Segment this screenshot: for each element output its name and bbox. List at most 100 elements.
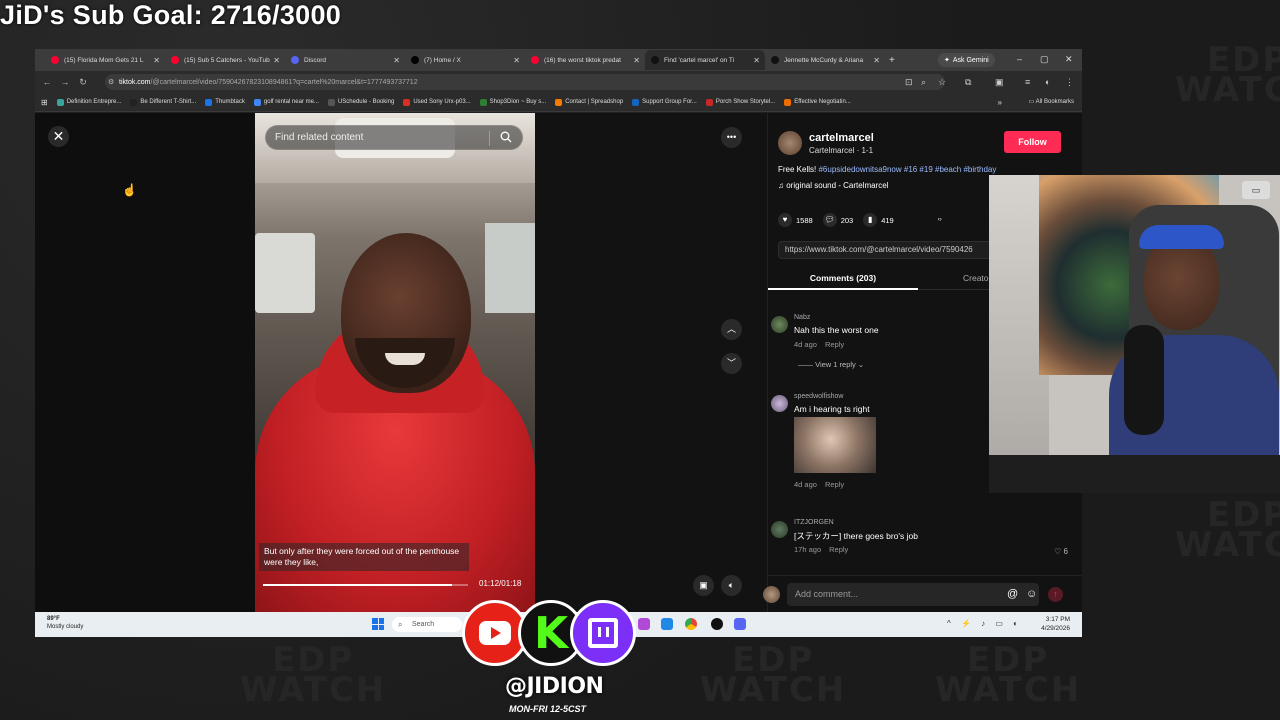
- chevron-up-icon[interactable]: ︿: [721, 319, 742, 340]
- comment-meta: 17h ago Reply: [794, 545, 856, 554]
- taskbar-search[interactable]: ⌕ Search: [392, 617, 462, 632]
- emoji-icon[interactable]: ☺: [1026, 588, 1037, 600]
- commenter-avatar[interactable]: [771, 521, 788, 538]
- stream-overlay: EDPWATCH EDPWATCH EDPWATCH EDPWATCH EDPW…: [0, 0, 1280, 720]
- bookmark-item[interactable]: Definition Entrepre...: [56, 98, 121, 106]
- find-related-search[interactable]: Find related content: [265, 125, 523, 150]
- author-name[interactable]: cartelmarcel: [809, 132, 874, 144]
- tab-creator-videos[interactable]: Creato: [963, 268, 989, 288]
- bookmark-item[interactable]: Thumbtack: [205, 98, 245, 106]
- commenter-avatar[interactable]: [771, 316, 788, 333]
- comment-like[interactable]: ♡ 6: [1054, 547, 1068, 556]
- extensions-icon[interactable]: ⧉: [965, 77, 971, 88]
- youtube-icon: [171, 56, 179, 64]
- webcam-microphone: [1124, 325, 1164, 435]
- minimize-button[interactable]: –: [1017, 54, 1022, 64]
- bookmark-item[interactable]: Be Different T-Shirt...: [130, 98, 196, 106]
- browser-tab[interactable]: Jennette McCurdy & Ariana ✕: [765, 50, 885, 70]
- follow-button[interactable]: Follow: [1004, 131, 1061, 153]
- embed-icon[interactable]: ‹›: [938, 217, 942, 223]
- reload-icon[interactable]: ↻: [74, 77, 92, 88]
- post-comment-button[interactable]: ↑: [1048, 587, 1063, 602]
- bookmark-favicon-icon: [632, 98, 640, 106]
- browser-tab[interactable]: (15) Sub 5 Catchers - YouTub ✕: [165, 50, 285, 70]
- new-tab-button[interactable]: +: [889, 55, 895, 66]
- menu-dots-icon[interactable]: ⋮: [1065, 77, 1074, 88]
- bookmark-item[interactable]: Support Group For...: [632, 98, 697, 106]
- bookmark-item[interactable]: Porch Show Storytel...: [705, 98, 775, 106]
- like-stat[interactable]: ♥ 1588: [778, 213, 813, 227]
- search-icon[interactable]: [500, 131, 512, 143]
- close-tab-icon[interactable]: ✕: [633, 56, 640, 65]
- taskbar-app-icon[interactable]: [711, 618, 723, 630]
- view-replies-button[interactable]: —— View 1 reply ⌄: [798, 360, 864, 369]
- taskbar-app-icon[interactable]: [661, 618, 673, 630]
- weather-widget[interactable]: 89°F Mostly cloudy: [47, 615, 83, 631]
- close-tab-icon[interactable]: ✕: [393, 56, 400, 65]
- comment-image[interactable]: [794, 417, 876, 473]
- back-arrow-icon[interactable]: ←: [38, 77, 56, 87]
- close-tab-icon[interactable]: ✕: [153, 56, 160, 65]
- forward-arrow-icon[interactable]: →: [56, 77, 74, 87]
- browser-tab[interactable]: (16) the worst tiktok predat ✕: [525, 50, 645, 70]
- browser-tab[interactable]: (7) Home / X ✕: [405, 50, 525, 70]
- discord-icon[interactable]: [734, 618, 746, 630]
- chevron-down-icon[interactable]: ﹀: [721, 353, 742, 374]
- windows-start-icon[interactable]: [372, 618, 384, 630]
- tab-comments[interactable]: Comments (203): [768, 268, 918, 290]
- bookmark-item[interactable]: Effective Negotiatin...: [784, 98, 851, 106]
- browser-tab[interactable]: Find 'cartel marcel' on Ti ✕: [645, 50, 765, 70]
- close-window-button[interactable]: ✕: [1065, 54, 1073, 65]
- commenter-name[interactable]: Nabz: [794, 314, 810, 321]
- reply-button[interactable]: Reply: [829, 545, 848, 554]
- save-stat[interactable]: ▮ 419: [863, 213, 894, 227]
- address-bar[interactable]: ⚙ tiktok.com/@cartelmarcel/video/7590426…: [105, 74, 945, 90]
- commenter-name[interactable]: speedwolfishow: [794, 393, 843, 400]
- zoom-icon[interactable]: ⌕: [921, 77, 926, 88]
- tab-search-icon[interactable]: ▣: [995, 77, 1004, 88]
- commenter-avatar[interactable]: [771, 395, 788, 412]
- chrome-icon[interactable]: [685, 618, 697, 630]
- bookmark-item[interactable]: golf rental near me...: [253, 98, 319, 106]
- bookmark-item[interactable]: Used Sony Urx-p03...: [403, 98, 471, 106]
- browser-window: (15) Florida Mom Gets 21 L ✕ (15) Sub 5 Ca…: [35, 49, 1082, 612]
- clock[interactable]: 3:17 PM 4/29/2026: [1041, 615, 1070, 633]
- reply-button[interactable]: Reply: [825, 340, 844, 349]
- bookmark-item[interactable]: USchedule - Booking: [327, 98, 394, 106]
- author-avatar[interactable]: [778, 131, 802, 155]
- apps-grid-icon[interactable]: ⊞: [41, 98, 48, 107]
- volume-icon[interactable]: 🔈︎: [721, 575, 742, 596]
- system-tray-icons[interactable]: ^ ⚡ ♪ ▭ ◐: [947, 619, 1022, 628]
- close-tab-icon[interactable]: ✕: [873, 56, 880, 65]
- ask-gemini-button[interactable]: ✦ Ask Gemini: [938, 53, 995, 67]
- bookmark-item[interactable]: Contact | Spreadshop: [555, 98, 623, 106]
- add-comment-input[interactable]: Add comment...: [787, 583, 1039, 606]
- close-video-button[interactable]: ✕: [48, 126, 69, 147]
- video-player[interactable]: Find related content But only after they…: [255, 113, 535, 612]
- more-options-icon[interactable]: •••: [721, 127, 742, 148]
- browser-tab[interactable]: Discord ✕: [285, 50, 405, 70]
- close-tab-icon[interactable]: ✕: [513, 56, 520, 65]
- profile-icon[interactable]: ◐: [1045, 77, 1050, 87]
- all-bookmarks-button[interactable]: ▭ All Bookmarks: [1029, 98, 1074, 105]
- hashtags[interactable]: #6upsidedownitsa9now #16 #19 #beach #bir…: [818, 165, 996, 174]
- comment-stat[interactable]: 💬︎ 203: [822, 213, 853, 227]
- mention-icon[interactable]: @: [1007, 588, 1018, 600]
- close-tab-icon[interactable]: ✕: [753, 56, 760, 65]
- install-icon[interactable]: ⊡: [905, 77, 913, 88]
- close-tab-icon[interactable]: ✕: [273, 56, 280, 65]
- picture-in-picture-icon[interactable]: ▣: [693, 575, 714, 596]
- reply-button[interactable]: Reply: [825, 480, 844, 489]
- bookmark-item[interactable]: Shop3Dion ~ Buy s...: [479, 98, 546, 106]
- star-icon[interactable]: ☆: [938, 77, 946, 88]
- maximize-button[interactable]: ▢: [1040, 54, 1049, 65]
- mouse-cursor-icon: ☝: [122, 183, 137, 197]
- commenter-name[interactable]: ITZJORGEN: [794, 519, 834, 526]
- video-progress-bar[interactable]: [263, 584, 468, 586]
- site-info-icon[interactable]: ⚙: [108, 78, 114, 86]
- tab-label: (7) Home / X: [424, 56, 461, 64]
- browser-tab[interactable]: (15) Florida Mom Gets 21 L ✕: [45, 50, 165, 70]
- more-bookmarks-icon[interactable]: »: [998, 98, 1002, 107]
- media-icon[interactable]: ≡: [1025, 77, 1030, 87]
- sound-link[interactable]: ♫ original sound - Cartelmarcel: [778, 181, 889, 190]
